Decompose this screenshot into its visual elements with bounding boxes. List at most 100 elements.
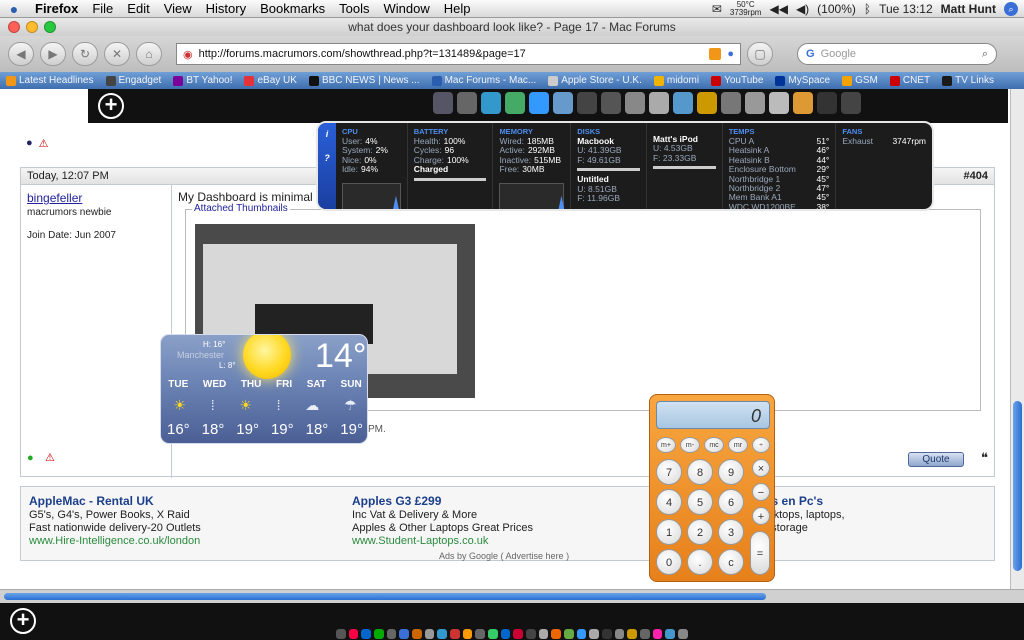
dock-app-icon[interactable]: [374, 628, 384, 639]
ads-by-google[interactable]: Ads by Google ( Advertise here ): [439, 551, 569, 561]
dock-app-icon[interactable]: [450, 628, 460, 639]
minus-key[interactable]: −: [752, 483, 770, 501]
clock[interactable]: Tue 13:12: [879, 2, 933, 16]
bookmark-item[interactable]: TV Links: [936, 75, 1000, 86]
reload-button[interactable]: ↻: [72, 42, 98, 66]
dock-app-icon[interactable]: [602, 628, 612, 639]
rewind-icon[interactable]: ◀◀: [769, 2, 787, 16]
dock-app-icon[interactable]: [437, 628, 448, 639]
weather-widget[interactable]: H: 16° Manchester L: 8° 14° TUE WED THU FRI…: [160, 334, 368, 444]
minimize-button[interactable]: [26, 21, 38, 33]
dock-app-icon[interactable]: [481, 92, 501, 114]
dock-app-icon[interactable]: [462, 628, 473, 639]
digit-key[interactable]: .: [687, 549, 713, 575]
dock-app-icon[interactable]: [665, 628, 676, 639]
open-widget-bar-icon[interactable]: +: [10, 608, 36, 634]
rss-icon[interactable]: [709, 48, 722, 60]
page-button[interactable]: ▢: [747, 42, 773, 66]
menu-history[interactable]: History: [199, 1, 253, 16]
dock-app-icon[interactable]: [551, 628, 562, 639]
dock-app-icon[interactable]: [336, 628, 346, 639]
plus-key[interactable]: +: [752, 507, 770, 525]
dock-app-icon[interactable]: [475, 628, 486, 639]
dock-app-icon[interactable]: [678, 628, 688, 639]
digit-key[interactable]: 4: [656, 489, 682, 515]
report-icon[interactable]: ⚠: [39, 137, 49, 150]
username-link[interactable]: bingefeller: [27, 191, 165, 205]
dock-app-icon[interactable]: [433, 92, 453, 114]
user-name[interactable]: Matt Hunt: [941, 2, 996, 16]
ad-item[interactable]: AppleMac - Rental UK G5's, G4's, Power B…: [29, 495, 201, 548]
mail-icon[interactable]: ✉: [712, 2, 722, 16]
forward-button[interactable]: ▶: [40, 42, 66, 66]
dock-app-icon[interactable]: [614, 628, 625, 639]
digit-key[interactable]: 0: [656, 549, 682, 575]
vertical-scrollbar[interactable]: [1010, 89, 1024, 589]
bookmark-item[interactable]: BT Yahoo!: [167, 75, 238, 86]
temp-monitor[interactable]: 50°C 3739rpm: [730, 0, 762, 17]
digit-key[interactable]: 1: [656, 519, 682, 545]
memory-key[interactable]: m-: [680, 437, 700, 453]
dock-app-icon[interactable]: [841, 92, 861, 114]
dock-app-icon[interactable]: [553, 92, 573, 114]
quote-button[interactable]: Quote: [908, 452, 964, 467]
back-button[interactable]: ◀: [8, 42, 34, 66]
spotlight-icon[interactable]: ⌕: [1004, 1, 1018, 16]
dock-app-icon[interactable]: [745, 92, 765, 114]
equals-key[interactable]: =: [750, 531, 770, 575]
menu-window[interactable]: Window: [377, 1, 437, 16]
dock-app-icon[interactable]: [361, 628, 372, 639]
bookmark-item[interactable]: BBC NEWS | News ...: [303, 75, 426, 86]
dock-app-icon[interactable]: [399, 628, 410, 639]
dock-app-icon[interactable]: [640, 628, 650, 639]
dock-app-icon[interactable]: [649, 92, 669, 114]
scroll-thumb[interactable]: [1013, 401, 1022, 571]
ad-url[interactable]: www.Hire-Intelligence.co.uk/london: [29, 535, 201, 548]
dock-app-icon[interactable]: [769, 92, 789, 114]
ad-url[interactable]: www.Student-Laptops.co.uk: [352, 535, 533, 548]
dock-app-icon[interactable]: [513, 628, 524, 639]
menu-file[interactable]: File: [85, 1, 120, 16]
ad-item[interactable]: Apples G3 £299 Inc Vat & Delivery & More…: [352, 495, 533, 548]
bookmark-item[interactable]: Latest Headlines: [0, 75, 100, 86]
bookmark-item[interactable]: GSM: [836, 75, 884, 86]
dock-app-icon[interactable]: [576, 628, 587, 639]
add-widget-icon[interactable]: +: [98, 93, 124, 119]
digit-key[interactable]: c: [718, 549, 744, 575]
ad-title[interactable]: AppleMac - Rental UK: [29, 495, 201, 508]
memory-key[interactable]: mr: [728, 437, 748, 453]
report-post-icon[interactable]: ⚠: [45, 451, 55, 464]
url-text[interactable]: http://forums.macrumors.com/showthread.p…: [199, 48, 704, 60]
bookmark-item[interactable]: midomi: [648, 75, 705, 86]
dock-app-icon[interactable]: [424, 628, 435, 639]
dock-app-icon[interactable]: [793, 92, 813, 114]
go-icon[interactable]: ●: [727, 48, 734, 60]
digit-key[interactable]: 9: [718, 459, 744, 485]
digit-key[interactable]: 5: [687, 489, 713, 515]
menu-tools[interactable]: Tools: [332, 1, 376, 16]
dock-app-icon[interactable]: [529, 92, 549, 114]
home-button[interactable]: ⌂: [136, 42, 162, 66]
multi-quote-icon[interactable]: ❝: [981, 450, 988, 466]
bookmark-item[interactable]: Engadget: [100, 75, 168, 86]
close-button[interactable]: [8, 21, 20, 33]
dock-app-icon[interactable]: [697, 92, 717, 114]
digit-key[interactable]: 6: [718, 489, 744, 515]
memory-key[interactable]: m+: [656, 437, 676, 453]
bookmark-item[interactable]: Apple Store - U.K.: [542, 75, 648, 86]
dock-app-icon[interactable]: [505, 92, 525, 114]
dock-app-icon[interactable]: [673, 92, 693, 114]
zoom-button[interactable]: [44, 21, 56, 33]
ad-title[interactable]: Apples G3 £299: [352, 495, 533, 508]
dock-app-icon[interactable]: [589, 628, 600, 639]
horizontal-scroll-thumb[interactable]: [4, 593, 766, 600]
menu-view[interactable]: View: [157, 1, 199, 16]
post-number[interactable]: #404: [964, 170, 988, 182]
menu-edit[interactable]: Edit: [120, 1, 156, 16]
google-icon[interactable]: G: [806, 48, 815, 60]
menu-help[interactable]: Help: [437, 1, 478, 16]
dock-app-icon[interactable]: [412, 628, 422, 639]
dock-app-icon[interactable]: [526, 628, 536, 639]
volume-icon[interactable]: ◀): [796, 2, 809, 16]
dock-app-icon[interactable]: [564, 628, 574, 639]
